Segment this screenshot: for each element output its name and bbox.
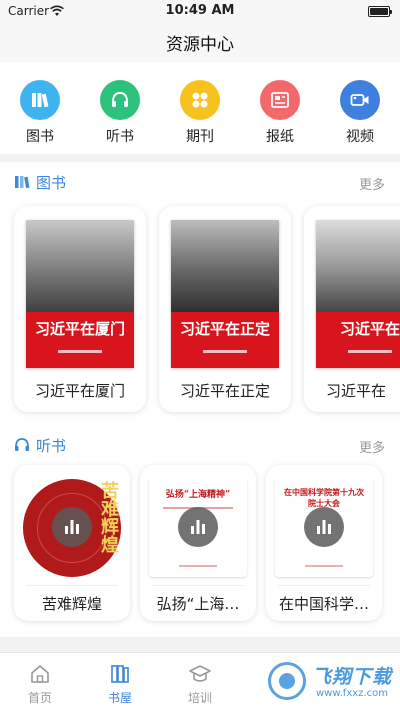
category-journals[interactable]: 期刊 xyxy=(170,80,230,146)
tab-home[interactable]: 首页 xyxy=(0,663,80,706)
bookshelf-icon xyxy=(111,665,129,683)
audio-bars-icon xyxy=(191,520,205,534)
book-card[interactable]: 习近平在厦门 习近平在厦门 xyxy=(14,206,146,412)
books-icon xyxy=(20,80,60,120)
home-icon xyxy=(31,665,49,683)
audiobook-title: 弘扬“上海… xyxy=(156,595,240,613)
audio-play-button[interactable] xyxy=(304,507,344,547)
category-books[interactable]: 图书 xyxy=(10,80,70,146)
watermark-name: 飞翔下载 xyxy=(312,666,393,688)
cover-photo xyxy=(171,220,279,312)
watermark-url: www.fxxz.com xyxy=(316,688,388,699)
cover-title: 弘扬“上海精神” xyxy=(165,490,231,500)
audio-bars-icon xyxy=(317,520,331,534)
headphones-icon xyxy=(15,438,29,451)
audiobook-card[interactable]: 在中国科学院第十九次院士大会 在中国科学… xyxy=(266,465,382,621)
books-section-icon xyxy=(15,176,30,189)
video-camera-icon xyxy=(340,80,380,120)
category-row: 图书 听书 期刊 报纸 视频 xyxy=(0,62,400,154)
category-audiobooks[interactable]: 听书 xyxy=(90,80,150,146)
book-title: 习近平在 xyxy=(326,382,387,400)
watermark-logo xyxy=(268,662,306,700)
cover-title: 习近平在 xyxy=(339,319,400,338)
audiobooks-section: 听书 更多 苦难辉煌 苦难辉煌 弘扬“上海精神” 弘扬“上海… 在中国科学院第十… xyxy=(0,425,400,637)
category-label: 图书 xyxy=(26,129,54,145)
tab-label: 书屋 xyxy=(107,691,132,705)
audio-play-button[interactable] xyxy=(178,507,218,547)
audiobook-title: 苦难辉煌 xyxy=(41,595,102,613)
book-cover: 习近平在正定 xyxy=(171,220,279,368)
book-card[interactable]: 习近平在 习近平在 xyxy=(304,206,400,412)
tab-bookhouse[interactable]: 书屋 xyxy=(80,663,160,706)
site-watermark: 飞翔下载 www.fxxz.com xyxy=(262,660,396,706)
books-section: 图书 更多 习近平在厦门 习近平在厦门 习近平在正定 习近平在正定 习近平在 习… xyxy=(0,162,400,427)
category-label: 视频 xyxy=(346,129,374,145)
category-videos[interactable]: 视频 xyxy=(330,80,390,146)
audiobook-cover: 弘扬“上海精神” xyxy=(149,477,247,577)
audiobook-title: 在中国科学… xyxy=(278,595,369,613)
headphones-icon xyxy=(100,80,140,120)
tab-label: 首页 xyxy=(27,691,52,705)
books-section-title: 图书 xyxy=(36,174,67,192)
nav-bar: 资源中心 xyxy=(0,24,400,62)
book-cover: 习近平在 xyxy=(316,220,400,368)
audiobook-cover: 苦难辉煌 xyxy=(23,477,121,577)
cover-title: 苦难辉煌 xyxy=(98,481,119,553)
audiobooks-more-link[interactable]: 更多 xyxy=(359,437,385,456)
books-section-header: 图书 更多 xyxy=(0,162,400,202)
audiobooks-section-header: 听书 更多 xyxy=(0,425,400,465)
category-label: 听书 xyxy=(106,129,134,145)
audiobook-card[interactable]: 弘扬“上海精神” 弘扬“上海… xyxy=(140,465,256,621)
audio-bars-icon xyxy=(65,520,79,534)
book-cover: 习近平在厦门 xyxy=(26,220,134,368)
book-title: 习近平在厦门 xyxy=(34,382,125,400)
battery-icon xyxy=(368,6,392,17)
graduation-cap-icon xyxy=(189,665,211,682)
book-title: 习近平在正定 xyxy=(179,382,270,400)
page-title: 资源中心 xyxy=(166,35,234,55)
category-label: 期刊 xyxy=(186,129,214,145)
tab-training[interactable]: 培训 xyxy=(160,663,240,706)
cover-title: 习近平在正定 xyxy=(179,319,270,338)
status-bar: Carrier 10:49 AM xyxy=(0,0,400,24)
tab-label: 培训 xyxy=(187,691,212,705)
audiobook-card[interactable]: 苦难辉煌 苦难辉煌 xyxy=(14,465,130,621)
grid-dots-icon xyxy=(180,80,220,120)
cover-title: 习近平在厦门 xyxy=(34,319,125,338)
category-label: 报纸 xyxy=(266,129,294,145)
status-time: 10:49 AM xyxy=(165,3,235,18)
category-newspapers[interactable]: 报纸 xyxy=(250,80,310,146)
newspaper-icon xyxy=(260,80,300,120)
audiobook-cover: 在中国科学院第十九次院士大会 xyxy=(275,477,373,577)
audio-play-button[interactable] xyxy=(52,507,92,547)
books-more-link[interactable]: 更多 xyxy=(359,174,385,193)
cover-photo xyxy=(26,220,134,312)
cover-photo xyxy=(316,220,400,312)
book-card[interactable]: 习近平在正定 习近平在正定 xyxy=(159,206,291,412)
audiobooks-section-title: 听书 xyxy=(36,437,67,455)
